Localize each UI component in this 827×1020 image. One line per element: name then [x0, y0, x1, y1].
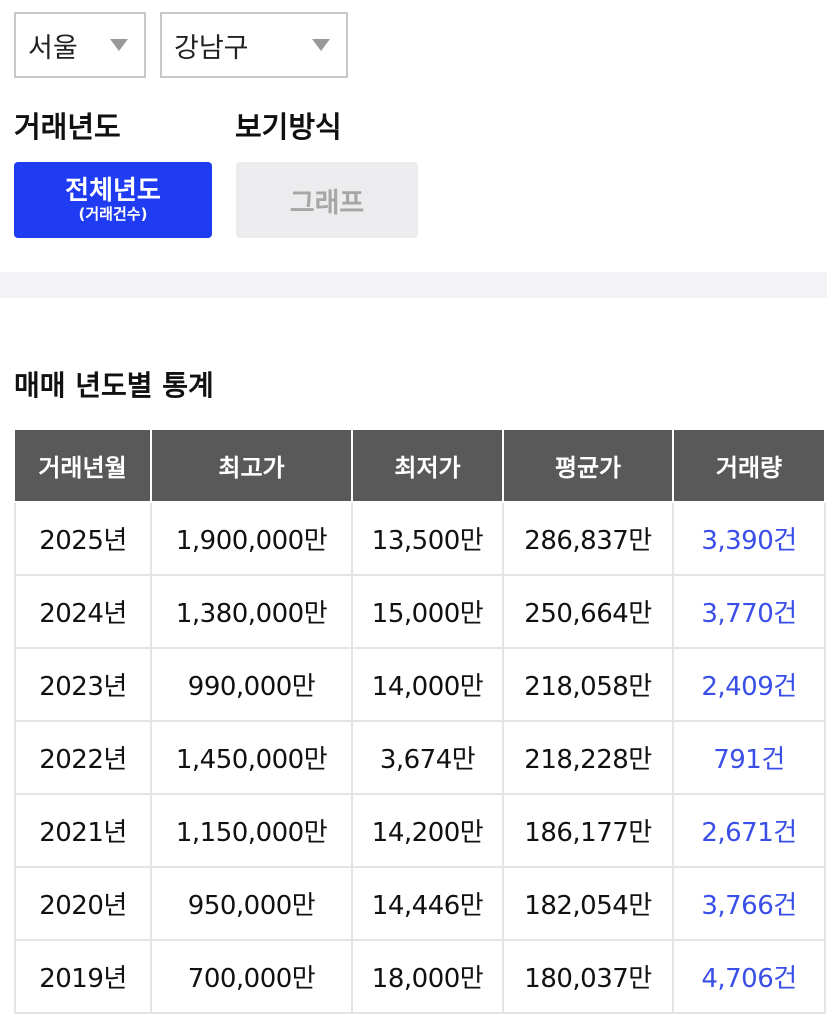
table-row: 2020년 950,000만 14,446만 182,054만 3,766건: [14, 866, 826, 941]
graph-view-button-label: 그래프: [289, 187, 365, 219]
cell-year: 2022년: [14, 720, 152, 795]
cell-year: 2023년: [14, 647, 152, 722]
all-years-button-sublabel: (거래건수): [78, 205, 148, 223]
table-header-row: 거래년월 최고가 최저가 평균가 거래량: [15, 430, 826, 503]
filter-selects: 서울 강남구: [14, 12, 348, 78]
header-period: 거래년월: [15, 430, 152, 503]
cell-avg-price: 180,037만: [502, 939, 674, 1014]
cell-min-price: 14,200만: [351, 793, 504, 868]
table-row: 2019년 700,000만 18,000만 180,037만 4,706건: [14, 939, 826, 1014]
table-row: 2024년 1,380,000만 15,000만 250,664만 3,770건: [14, 574, 826, 649]
region-select-value: 서울: [28, 32, 78, 64]
cell-max-price: 1,380,000만: [150, 574, 353, 649]
section-title: 매매 년도별 통계: [14, 369, 214, 402]
table-row: 2025년 1,900,000만 13,500만 286,837만 3,390건: [14, 501, 826, 576]
cell-volume-link[interactable]: 2,409건: [672, 647, 826, 722]
cell-volume-link[interactable]: 3,766건: [672, 866, 826, 941]
cell-avg-price: 182,054만: [502, 866, 674, 941]
cell-avg-price: 186,177만: [502, 793, 674, 868]
header-avg-price: 평균가: [502, 430, 674, 503]
table-row: 2023년 990,000만 14,000만 218,058만 2,409건: [14, 647, 826, 722]
cell-year: 2025년: [14, 501, 152, 576]
cell-year: 2024년: [14, 574, 152, 649]
cell-min-price: 18,000만: [351, 939, 504, 1014]
cell-max-price: 1,150,000만: [150, 793, 353, 868]
cell-volume-link[interactable]: 3,770건: [672, 574, 826, 649]
header-max-price: 최고가: [150, 430, 353, 503]
yearly-stats-table: 거래년월 최고가 최저가 평균가 거래량 2025년 1,900,000만 13…: [14, 430, 826, 1014]
header-min-price: 최저가: [351, 430, 504, 503]
cell-max-price: 950,000만: [150, 866, 353, 941]
cell-max-price: 1,450,000만: [150, 720, 353, 795]
year-label: 거래년도: [14, 110, 121, 144]
cell-min-price: 13,500만: [351, 501, 504, 576]
cell-avg-price: 218,058만: [502, 647, 674, 722]
cell-volume-link[interactable]: 2,671건: [672, 793, 826, 868]
cell-max-price: 990,000만: [150, 647, 353, 722]
cell-min-price: 15,000만: [351, 574, 504, 649]
cell-volume-link[interactable]: 3,390건: [672, 501, 826, 576]
cell-min-price: 14,000만: [351, 647, 504, 722]
cell-year: 2020년: [14, 866, 152, 941]
chevron-down-icon: [312, 39, 330, 51]
chevron-down-icon: [110, 39, 128, 51]
view-mode-label: 보기방식: [235, 110, 342, 144]
cell-min-price: 3,674만: [351, 720, 504, 795]
header-volume: 거래량: [672, 430, 826, 503]
table-row: 2022년 1,450,000만 3,674만 218,228만 791건: [14, 720, 826, 795]
section-divider: [0, 272, 827, 298]
all-years-button-label: 전체년도: [65, 176, 161, 206]
all-years-button[interactable]: 전체년도 (거래건수): [14, 162, 212, 238]
cell-max-price: 700,000만: [150, 939, 353, 1014]
graph-view-button[interactable]: 그래프: [236, 162, 418, 238]
cell-volume-link[interactable]: 791건: [672, 720, 826, 795]
cell-min-price: 14,446만: [351, 866, 504, 941]
district-select-value: 강남구: [174, 32, 249, 64]
cell-avg-price: 218,228만: [502, 720, 674, 795]
cell-avg-price: 250,664만: [502, 574, 674, 649]
cell-year: 2021년: [14, 793, 152, 868]
region-select[interactable]: 서울: [14, 12, 146, 78]
cell-avg-price: 286,837만: [502, 501, 674, 576]
district-select[interactable]: 강남구: [160, 12, 348, 78]
cell-volume-link[interactable]: 4,706건: [672, 939, 826, 1014]
cell-max-price: 1,900,000만: [150, 501, 353, 576]
cell-year: 2019년: [14, 939, 152, 1014]
table-row: 2021년 1,150,000만 14,200만 186,177만 2,671건: [14, 793, 826, 868]
